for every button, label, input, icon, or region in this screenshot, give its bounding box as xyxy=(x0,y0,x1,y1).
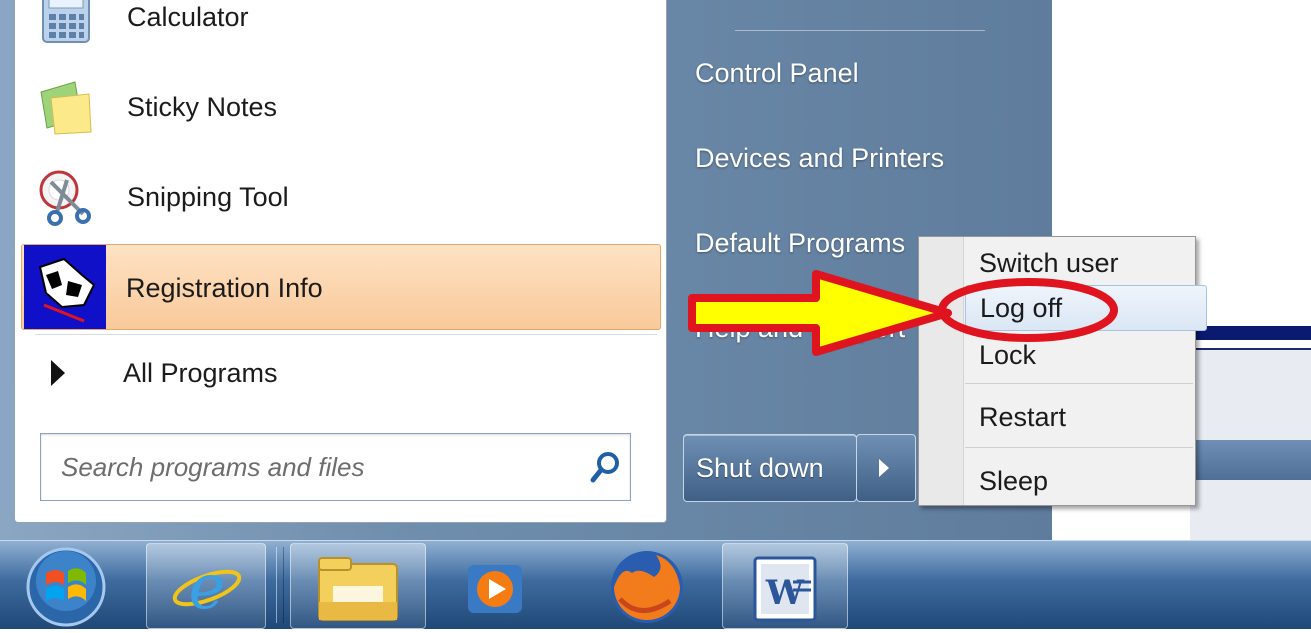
taskbar-word[interactable]: W xyxy=(722,543,848,629)
all-programs-button[interactable]: All Programs xyxy=(23,338,659,408)
taskbar: e W xyxy=(0,540,1311,629)
start-orb-icon xyxy=(26,547,106,627)
sticky-notes-icon xyxy=(40,81,92,135)
restart-option[interactable]: Restart xyxy=(965,395,1205,439)
windows-explorer-icon xyxy=(318,557,398,621)
all-programs-label: All Programs xyxy=(123,358,278,388)
snipping-tool-icon xyxy=(39,170,91,226)
search-box[interactable] xyxy=(40,433,631,501)
sleep-option[interactable]: Sleep xyxy=(965,459,1205,503)
program-label: Calculator xyxy=(127,2,249,32)
shut-down-options-button[interactable] xyxy=(856,434,916,502)
separator xyxy=(735,30,985,31)
separator xyxy=(35,334,657,335)
taskbar-grip[interactable] xyxy=(276,547,284,623)
separator xyxy=(965,383,1193,384)
program-label: Snipping Tool xyxy=(127,182,289,212)
search-input[interactable] xyxy=(59,434,563,500)
annotation-circle-icon xyxy=(938,278,1118,342)
program-sticky-notes[interactable]: Sticky Notes xyxy=(23,64,659,150)
word-icon: W xyxy=(753,556,817,622)
firefox-icon xyxy=(611,551,683,623)
arrow-right-icon xyxy=(51,360,65,386)
arrow-right-icon xyxy=(879,459,889,477)
annotation-arrow-icon xyxy=(688,270,952,356)
start-button[interactable] xyxy=(6,543,126,627)
taskbar-windows-explorer[interactable] xyxy=(290,543,426,629)
program-label: Registration Info xyxy=(126,273,323,303)
control-panel-link[interactable]: Control Panel xyxy=(695,58,859,89)
svg-text:W: W xyxy=(765,573,805,613)
shut-down-button[interactable]: Shut down xyxy=(683,434,857,502)
program-label: Sticky Notes xyxy=(127,92,278,122)
background-window-titlebar xyxy=(1190,326,1311,340)
program-registration-info[interactable]: Registration Info xyxy=(21,244,661,330)
taskbar-internet-explorer[interactable]: e xyxy=(146,543,266,629)
taskbar-media-player[interactable] xyxy=(428,543,562,627)
search-icon[interactable] xyxy=(589,450,623,484)
program-calculator[interactable]: Calculator xyxy=(23,0,659,60)
internet-explorer-icon: e xyxy=(172,550,242,623)
devices-and-printers-link[interactable]: Devices and Printers xyxy=(695,143,944,174)
background-window-band xyxy=(1190,440,1311,480)
default-programs-link[interactable]: Default Programs xyxy=(695,228,905,259)
taskbar-firefox[interactable] xyxy=(580,543,714,627)
media-player-icon xyxy=(468,565,522,613)
calculator-icon xyxy=(42,0,90,43)
svg-text:e: e xyxy=(189,550,226,623)
registration-info-icon xyxy=(24,245,106,329)
program-snipping-tool[interactable]: Snipping Tool xyxy=(23,154,659,240)
separator xyxy=(965,447,1193,448)
